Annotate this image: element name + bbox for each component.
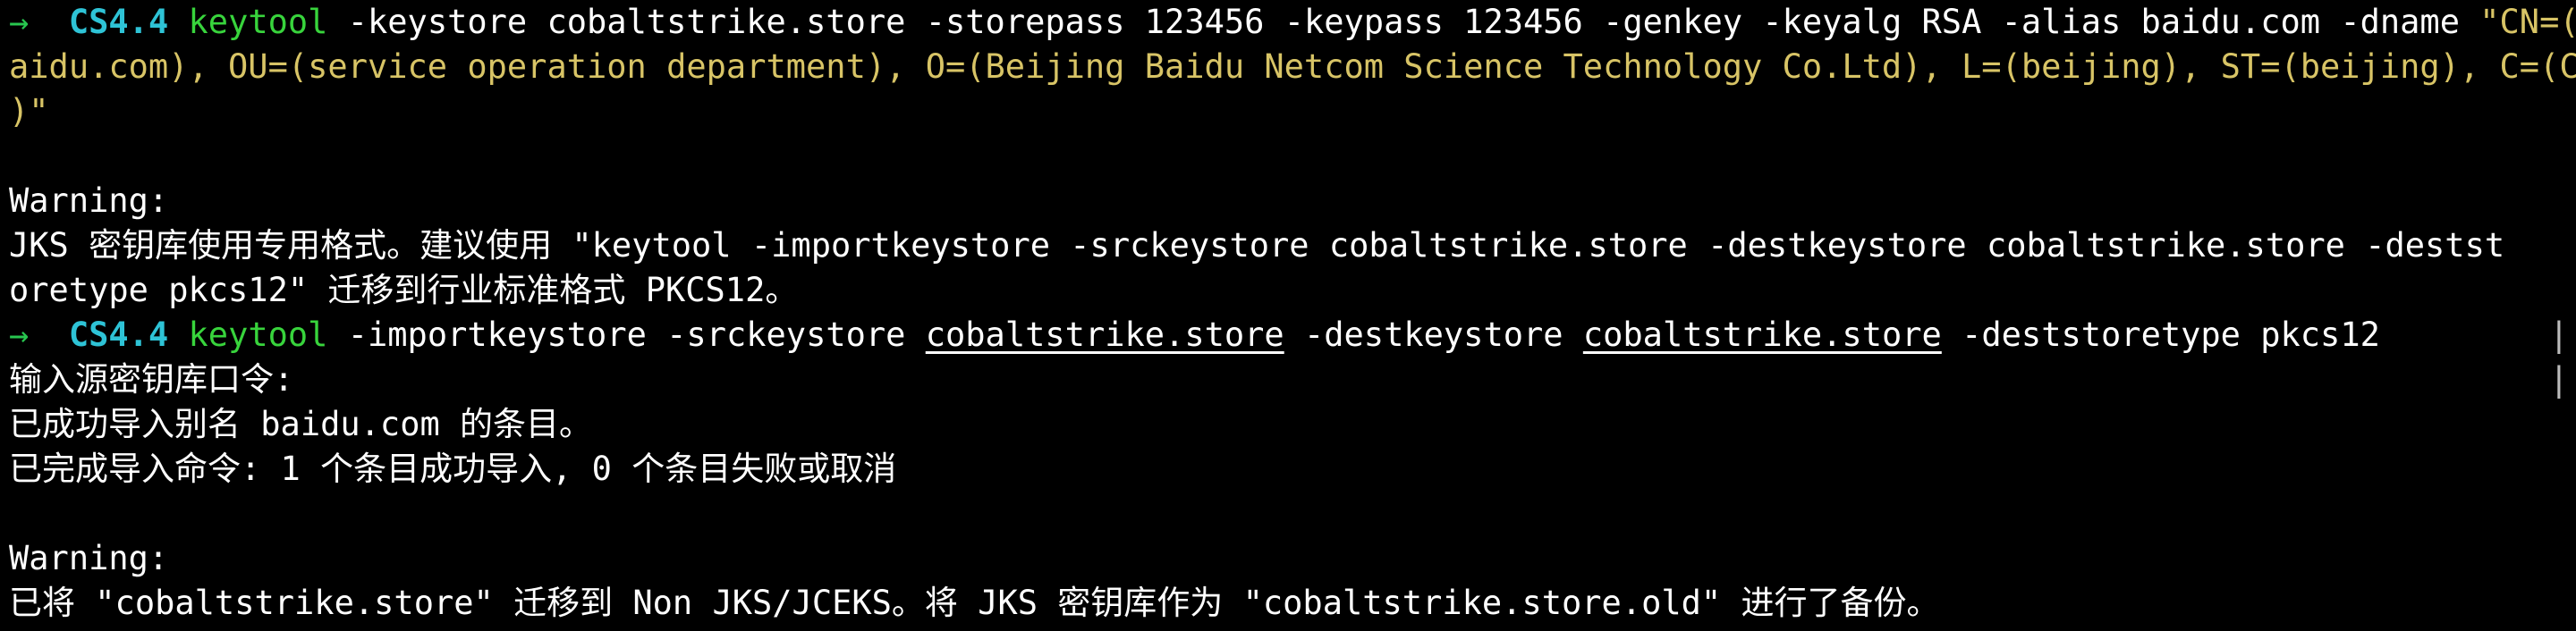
password-prompt-line: 输入源密钥库口令: |: [9, 358, 2576, 402]
warning-text-1: JKS 密钥库使用专用格式。建议使用 "keytool -importkeyst…: [9, 226, 2505, 265]
prompt-arrow-icon: →: [9, 3, 30, 41]
dname-string-end: )": [9, 92, 49, 130]
terminal-window[interactable]: → CS4.4 keytool -keystore cobaltstrike.s…: [0, 0, 2576, 631]
dname-string-start: "CN=(b: [2479, 3, 2576, 41]
command-name: keytool: [188, 316, 328, 354]
prompt-project: CS4.4: [68, 316, 169, 354]
dest-keystore-path[interactable]: cobaltstrike.store: [1583, 316, 1942, 354]
command-line-1-wrap-2: )": [9, 89, 2576, 134]
prompt-project: CS4.4: [68, 3, 169, 41]
command-name: keytool: [188, 3, 328, 41]
command-line-1-wrap: aidu.com), OU=(service operation departm…: [9, 45, 2576, 89]
prompt-arrow-icon: →: [9, 316, 30, 354]
selection-bracket-icon: |: [2548, 360, 2569, 399]
selection-bracket-icon: |: [2548, 316, 2569, 354]
import-success-line: 已成功导入别名 baidu.com 的条目。: [9, 405, 593, 443]
warning-text-1-wrap: oretype pkcs12" 迁移到行业标准格式 PKCS12。: [9, 271, 799, 309]
import-done-line: 已完成导入命令: 1 个条目成功导入, 0 个条目失败或取消: [9, 450, 897, 488]
command-line-2: → CS4.4 keytool -importkeystore -srckeys…: [9, 313, 2576, 358]
warning-label-2: Warning:: [9, 539, 169, 577]
command-line-1: → CS4.4 keytool -keystore cobaltstrike.s…: [9, 0, 2576, 45]
warning-label-1: Warning:: [9, 181, 169, 220]
src-keystore-path[interactable]: cobaltstrike.store: [926, 316, 1284, 354]
dname-string-middle: aidu.com), OU=(service operation departm…: [9, 47, 2576, 86]
warning-text-2: 已将 "cobaltstrike.store" 迁移到 Non JKS/JCEK…: [9, 584, 1940, 622]
command-args: -keystore cobaltstrike.store -storepass …: [327, 3, 2480, 41]
